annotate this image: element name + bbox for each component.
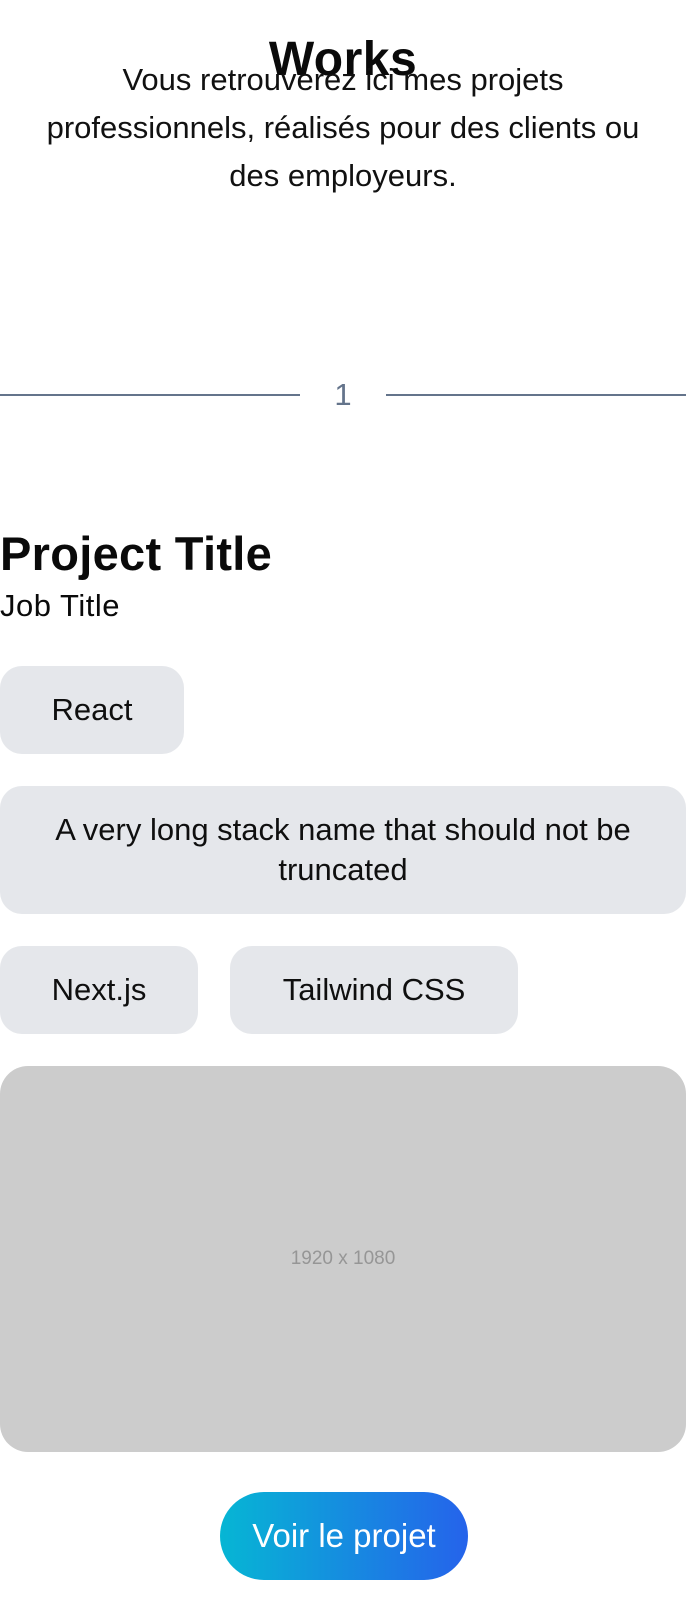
works-header: Works Vous retrouverez ici mes projets p… [0,0,686,193]
project-image-placeholder: 1920 x 1080 [0,1066,686,1452]
stack-chip: React [0,666,184,754]
stack-chip-label: Next.js [51,972,147,1007]
divider-line-left [0,394,300,396]
project-card: Project Title Job Title React A very lon… [0,520,686,1580]
intro-text: Vous retrouverez ici mes projets profess… [46,62,640,193]
image-placeholder-label: 1920 x 1080 [290,1248,396,1269]
project-title: Project Title [0,527,273,580]
section-divider: 1 [0,372,686,418]
stack-chip-label: Tailwind CSS [282,972,466,1007]
stack-chip-label: A very long stack name that should not b… [55,812,631,887]
divider-line-right [386,394,686,396]
divider-number: 1 [334,377,352,412]
works-page: Works Vous retrouverez ici mes projets p… [0,0,686,1580]
stack-chip-label: React [51,692,133,727]
stack-chip: Tailwind CSS [230,946,518,1034]
view-project-button[interactable]: Voir le projet [220,1492,468,1580]
stack-chip: A very long stack name that should not b… [0,786,686,914]
stack-chip: Next.js [0,946,198,1034]
job-title: Job Title [0,588,120,623]
